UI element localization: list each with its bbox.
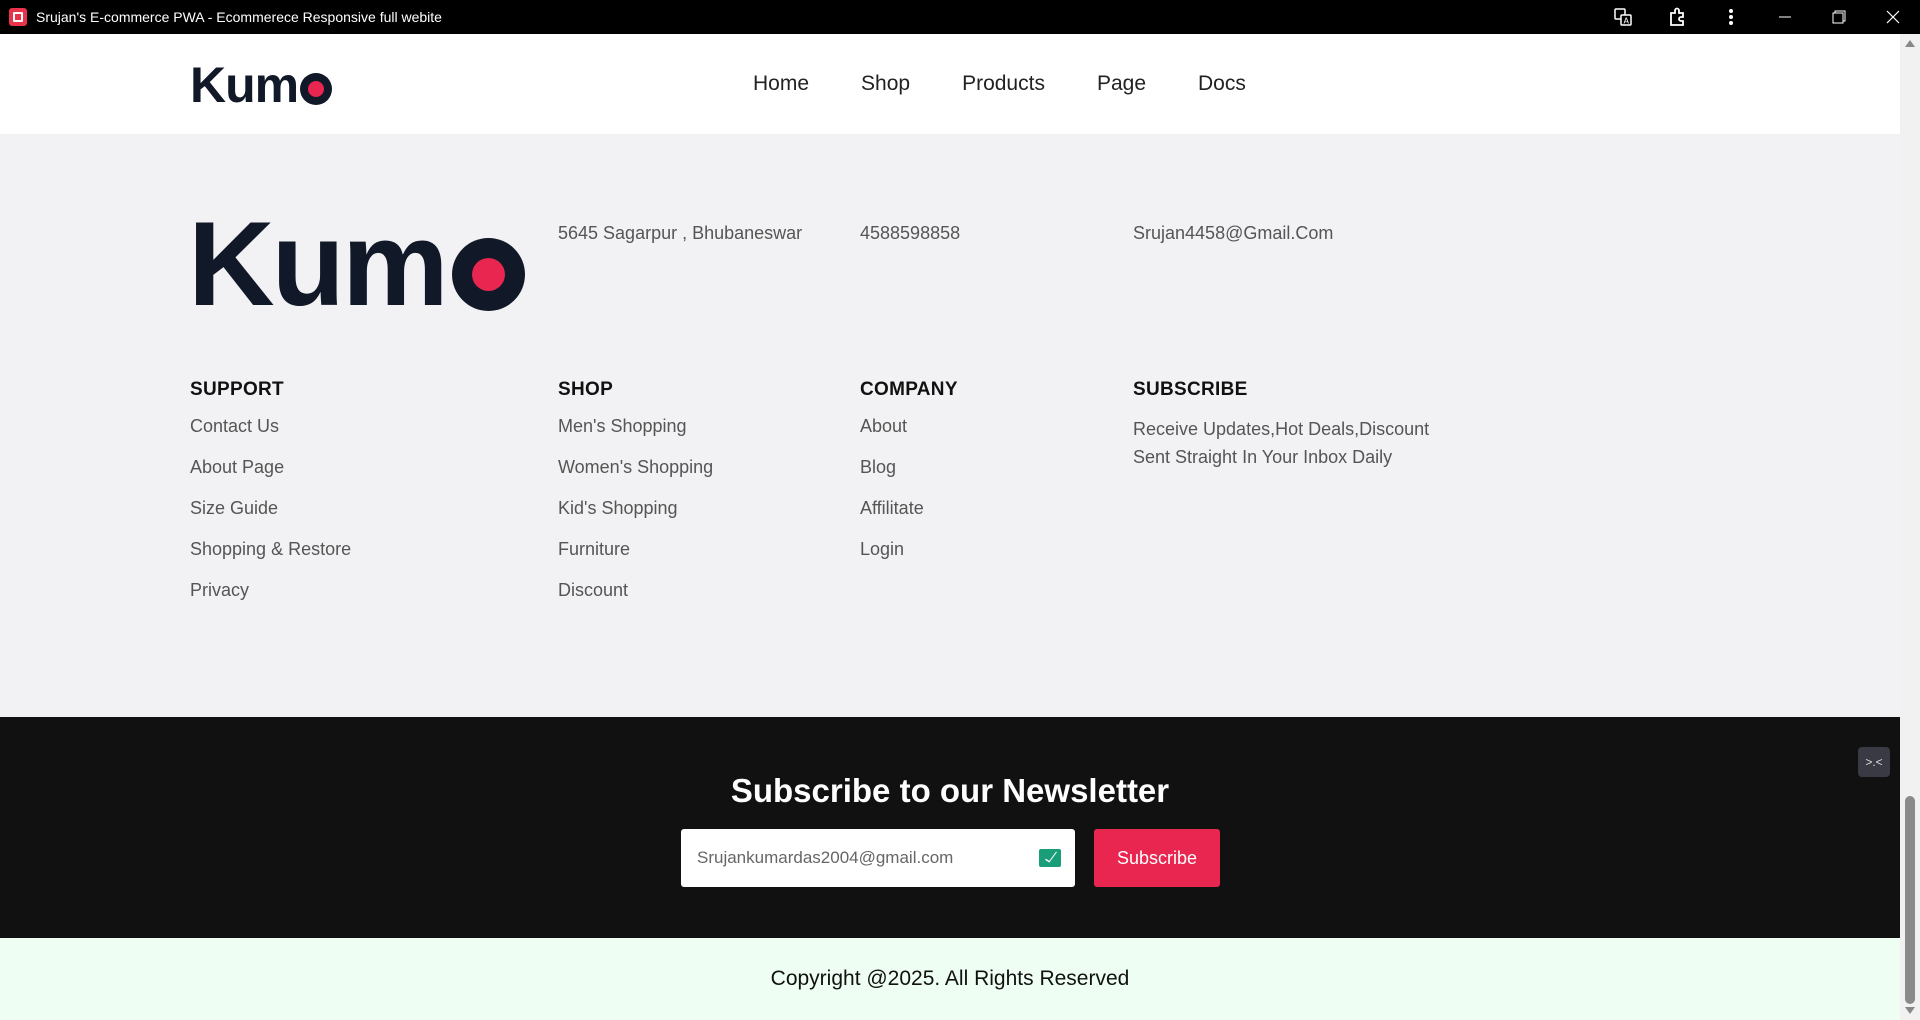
support-column: SUPPORT Contact Us About Page Size Guide…	[190, 379, 351, 620]
nav-link-page[interactable]: Page	[1097, 72, 1146, 96]
svg-text:A: A	[1624, 17, 1630, 26]
site-logo[interactable]: Kum	[190, 56, 333, 114]
nav-link-shop[interactable]: Shop	[861, 72, 910, 96]
extensions-icon[interactable]	[1650, 0, 1704, 34]
support-link-privacy[interactable]: Privacy	[190, 579, 351, 602]
shop-link-women[interactable]: Women's Shopping	[558, 456, 713, 479]
shop-heading: SHOP	[558, 379, 614, 400]
company-column: COMPANY About Blog Affilitate Login	[860, 379, 958, 579]
window-titlebar: Srujan's E-commerce PWA - Ecommerece Res…	[0, 0, 1920, 34]
newsletter-email-field[interactable]	[681, 829, 1075, 887]
shop-column: SHOP Men's Shopping Women's Shopping Kid…	[558, 379, 713, 620]
site-navbar: Kum Home Shop Products Page Docs	[0, 34, 1900, 134]
support-link-shopping-restore[interactable]: Shopping & Restore	[190, 538, 351, 561]
copyright-text: Copyright @2025. All Rights Reserved	[770, 967, 1130, 990]
minimize-icon[interactable]	[1758, 0, 1812, 34]
newsletter-title: Subscribe to our Newsletter	[730, 772, 1170, 809]
subscribe-text-line2: Sent Straight In Your Inbox Daily	[1133, 447, 1393, 467]
scroll-up-arrow-icon[interactable]	[1905, 40, 1915, 47]
footer-email: Srujan4458@Gmail.Com	[1133, 223, 1334, 243]
scroll-down-arrow-icon[interactable]	[1905, 1007, 1915, 1014]
newsletter-section: Subscribe to our Newsletter Subscribe >.…	[0, 717, 1900, 938]
footer-phone: 4588598858	[860, 223, 961, 243]
subscribe-column: SUBSCRIBE Receive Updates,Hot Deals,Disc…	[1133, 379, 1429, 471]
newsletter-email-input[interactable]	[697, 848, 1027, 868]
nav-link-docs[interactable]: Docs	[1198, 72, 1246, 96]
nav-links: Home Shop Products Page Docs	[753, 72, 1298, 96]
mail-icon	[1039, 849, 1061, 867]
support-heading: SUPPORT	[190, 379, 284, 400]
shop-link-kids[interactable]: Kid's Shopping	[558, 497, 713, 520]
company-link-blog[interactable]: Blog	[860, 456, 958, 479]
subscribe-text-line1: Receive Updates,Hot Deals,Discount	[1133, 419, 1430, 439]
footer-logo: Kum	[188, 204, 525, 324]
copyright-bar: Copyright @2025. All Rights Reserved	[0, 938, 1900, 1020]
restore-icon[interactable]	[1812, 0, 1866, 34]
support-link-size-guide[interactable]: Size Guide	[190, 497, 351, 520]
translate-icon[interactable]: A	[1596, 0, 1650, 34]
shop-link-men[interactable]: Men's Shopping	[558, 415, 713, 438]
footer-logo-o-mark	[451, 237, 525, 311]
support-link-about[interactable]: About Page	[190, 456, 351, 479]
app-icon	[9, 8, 27, 26]
window-title: Srujan's E-commerce PWA - Ecommerece Res…	[36, 9, 442, 25]
logo-text: Kum	[190, 57, 299, 113]
footer-section: Kum 5645 Sagarpur , Bhubaneswar 45885988…	[0, 134, 1900, 717]
shop-link-discount[interactable]: Discount	[558, 579, 713, 602]
logo-o-mark	[300, 73, 333, 105]
nav-link-home[interactable]: Home	[753, 72, 809, 96]
support-link-contact[interactable]: Contact Us	[190, 415, 351, 438]
company-link-about[interactable]: About	[860, 415, 958, 438]
footer-address: 5645 Sagarpur , Bhubaneswar	[558, 223, 803, 243]
shop-link-furniture[interactable]: Furniture	[558, 538, 713, 561]
dev-tools-badge-icon[interactable]: >.<	[1858, 747, 1890, 777]
page-scrollbar[interactable]	[1900, 34, 1920, 1020]
footer-logo-text: Kum	[188, 197, 449, 331]
subscribe-heading: SUBSCRIBE	[1133, 379, 1248, 400]
company-link-login[interactable]: Login	[860, 538, 958, 561]
close-icon[interactable]	[1866, 0, 1920, 34]
subscribe-button[interactable]: Subscribe	[1094, 829, 1220, 887]
company-heading: COMPANY	[860, 379, 958, 400]
scrollbar-thumb[interactable]	[1905, 796, 1915, 1004]
company-link-affiliate[interactable]: Affilitate	[860, 497, 958, 520]
nav-link-products[interactable]: Products	[962, 72, 1045, 96]
more-icon[interactable]	[1704, 0, 1758, 34]
